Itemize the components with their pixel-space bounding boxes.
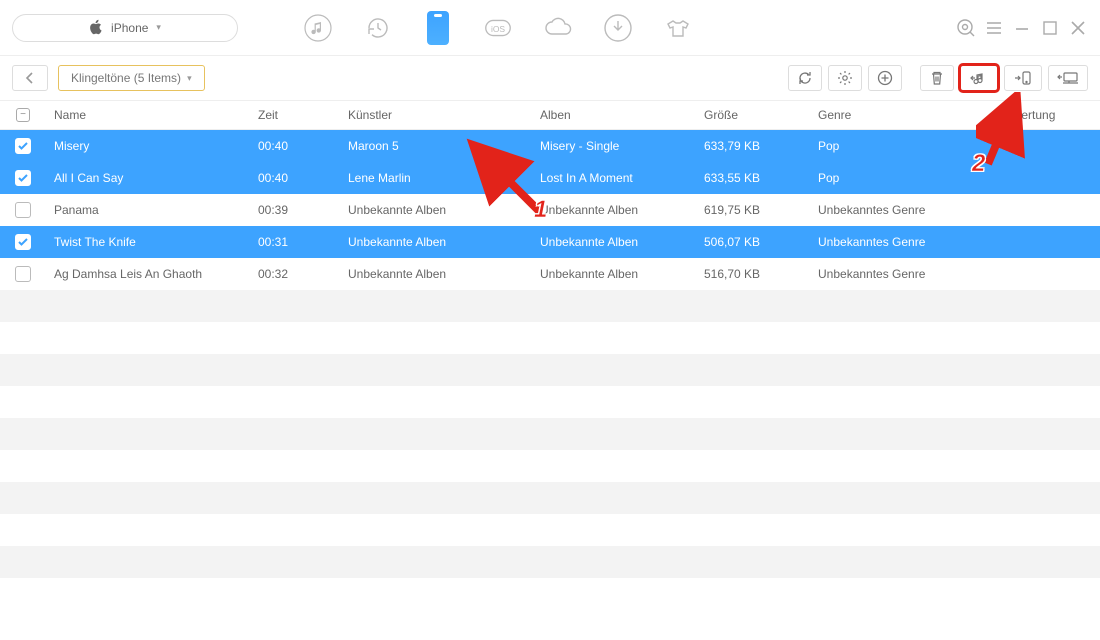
- cell-genre: Unbekanntes Genre: [818, 203, 998, 217]
- cell-genre: Pop: [818, 171, 998, 185]
- cell-size: 633,79 KB: [704, 139, 818, 153]
- back-button[interactable]: [12, 65, 48, 91]
- search-button[interactable]: [956, 18, 976, 38]
- cell-artist: Unbekannte Alben: [348, 267, 540, 281]
- maximize-button[interactable]: [1040, 18, 1060, 38]
- cell-size: 633,55 KB: [704, 171, 818, 185]
- settings-button[interactable]: [828, 65, 862, 91]
- nav-device[interactable]: [422, 12, 454, 44]
- cell-name: Ag Damhsa Leis An Ghaoth: [46, 267, 258, 281]
- breadcrumb[interactable]: Klingeltöne (5 Items) ▾: [58, 65, 205, 91]
- cell-time: 00:40: [258, 139, 348, 153]
- cell-artist: Maroon 5: [348, 139, 540, 153]
- top-toolbar: iPhone ▾ iOS: [0, 0, 1100, 56]
- cell-genre: Unbekanntes Genre: [818, 235, 998, 249]
- row-checkbox[interactable]: [15, 138, 31, 154]
- nav-ios[interactable]: iOS: [482, 12, 514, 44]
- breadcrumb-label: Klingeltöne (5 Items): [71, 71, 181, 85]
- sub-toolbar: Klingeltöne (5 Items) ▾: [0, 56, 1100, 100]
- col-album[interactable]: Alben: [540, 108, 704, 122]
- chevron-down-icon: ▾: [187, 73, 192, 84]
- cell-size: 516,70 KB: [704, 267, 818, 281]
- select-all-toggle[interactable]: −: [16, 108, 30, 122]
- table-row[interactable]: Ag Damhsa Leis An Ghaoth00:32Unbekannte …: [0, 258, 1100, 290]
- refresh-button[interactable]: [788, 65, 822, 91]
- col-genre[interactable]: Genre: [818, 108, 998, 122]
- menu-button[interactable]: [984, 18, 1004, 38]
- table-row[interactable]: Twist The Knife00:31Unbekannte AlbenUnbe…: [0, 226, 1100, 258]
- cell-genre: Pop: [818, 139, 998, 153]
- table-body: Misery00:40Maroon 5Misery - Single633,79…: [0, 130, 1100, 578]
- cell-time: 00:39: [258, 203, 348, 217]
- col-artist[interactable]: Künstler: [348, 108, 540, 122]
- action-buttons: [788, 65, 1088, 91]
- cell-album: Lost In A Moment: [540, 171, 704, 185]
- cell-size: 619,75 KB: [704, 203, 818, 217]
- chevron-down-icon: ▾: [156, 22, 161, 33]
- table-header: − Name Zeit Künstler Alben Größe Genre B…: [0, 100, 1100, 130]
- table-row[interactable]: Misery00:40Maroon 5Misery - Single633,79…: [0, 130, 1100, 162]
- row-checkbox[interactable]: [15, 202, 31, 218]
- cell-size: 506,07 KB: [704, 235, 818, 249]
- col-rating[interactable]: Bewertung: [998, 108, 1100, 122]
- phone-icon: [427, 11, 449, 45]
- cell-artist: Unbekannte Alben: [348, 203, 540, 217]
- cell-name: Twist The Knife: [46, 235, 258, 249]
- cell-time: 00:40: [258, 171, 348, 185]
- window-controls: [956, 18, 1088, 38]
- cell-name: Panama: [46, 203, 258, 217]
- row-checkbox[interactable]: [15, 234, 31, 250]
- apple-icon: [89, 19, 103, 37]
- cell-artist: Unbekannte Alben: [348, 235, 540, 249]
- svg-text:iOS: iOS: [491, 23, 505, 33]
- col-time[interactable]: Zeit: [258, 108, 348, 122]
- row-checkbox[interactable]: [15, 266, 31, 282]
- to-itunes-button[interactable]: [960, 65, 998, 91]
- table-row[interactable]: All I Can Say00:40Lene MarlinLost In A M…: [0, 162, 1100, 194]
- cell-name: Misery: [46, 139, 258, 153]
- nav-cloud[interactable]: [542, 12, 574, 44]
- col-name[interactable]: Name: [46, 108, 258, 122]
- close-button[interactable]: [1068, 18, 1088, 38]
- device-selector[interactable]: iPhone ▾: [12, 14, 238, 42]
- cell-artist: Lene Marlin: [348, 171, 540, 185]
- add-button[interactable]: [868, 65, 902, 91]
- nav-music[interactable]: [302, 12, 334, 44]
- nav-skin[interactable]: [662, 12, 694, 44]
- cell-name: All I Can Say: [46, 171, 258, 185]
- cell-album: Unbekannte Alben: [540, 203, 704, 217]
- to-computer-button[interactable]: [1048, 65, 1088, 91]
- to-device-button[interactable]: [1004, 65, 1042, 91]
- nav-history[interactable]: [362, 12, 394, 44]
- minimize-button[interactable]: [1012, 18, 1032, 38]
- device-label: iPhone: [111, 21, 148, 35]
- col-size[interactable]: Größe: [704, 108, 818, 122]
- top-nav: iOS: [302, 12, 694, 44]
- nav-download[interactable]: [602, 12, 634, 44]
- table-row[interactable]: Panama00:39Unbekannte AlbenUnbekannte Al…: [0, 194, 1100, 226]
- row-checkbox[interactable]: [15, 170, 31, 186]
- cell-time: 00:31: [258, 235, 348, 249]
- cell-genre: Unbekanntes Genre: [818, 267, 998, 281]
- delete-button[interactable]: [920, 65, 954, 91]
- cell-time: 00:32: [258, 267, 348, 281]
- cell-album: Misery - Single: [540, 139, 704, 153]
- cell-album: Unbekannte Alben: [540, 235, 704, 249]
- cell-album: Unbekannte Alben: [540, 267, 704, 281]
